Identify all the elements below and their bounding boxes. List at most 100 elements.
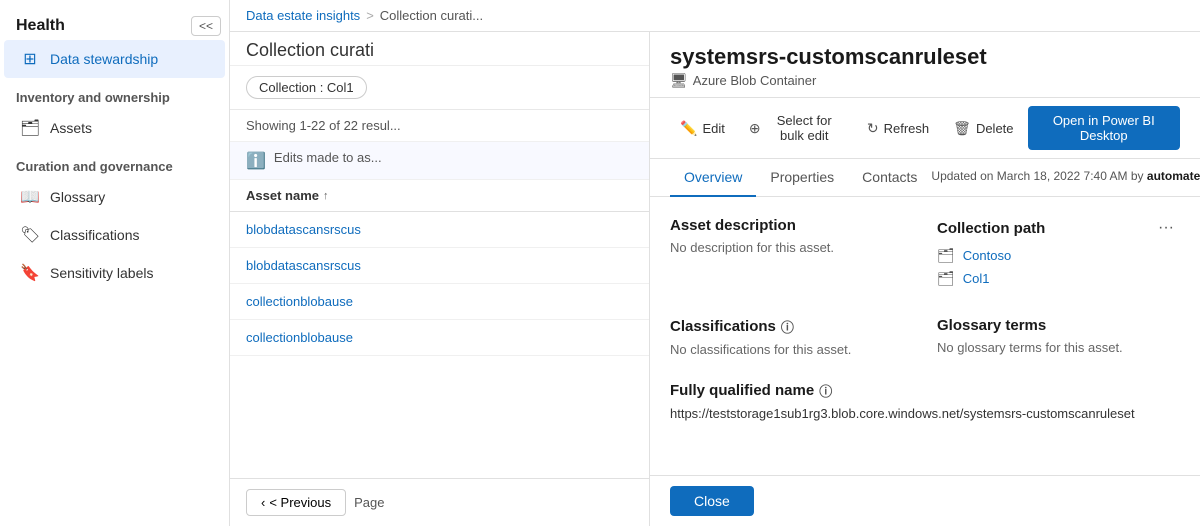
detail-footer: Close xyxy=(650,475,1200,526)
breadcrumb-current: Collection curati... xyxy=(380,8,483,23)
sidebar-item-data-stewardship[interactable]: ⊞ Data stewardship xyxy=(4,40,225,78)
fqn-info-icon: ⓘ xyxy=(819,381,832,400)
detail-toolbar: ✏️ Edit ⊕ Select for bulk edit ↻ Refresh… xyxy=(650,98,1200,159)
collection-path-item-2: 🗂 Col1 xyxy=(937,270,1180,287)
classifications-title: Classifications ⓘ xyxy=(670,317,913,336)
collection-path-icon-1: 🗂 xyxy=(937,247,955,264)
detail-title: systemsrs-customscanruleset xyxy=(670,44,1180,70)
asset-link-1[interactable]: blobdatascansrscus xyxy=(246,222,361,237)
content-area: Collection curati Collection : Col1 Show… xyxy=(230,32,1200,526)
col-header-asset-name: Asset name xyxy=(246,188,319,203)
updated-text: Updated on March 18, 2022 7:40 AM by xyxy=(931,169,1143,183)
collapse-sidebar-button[interactable]: << xyxy=(191,16,221,36)
sidebar-top-section: Health xyxy=(16,17,65,35)
asset-description-title: Asset description xyxy=(670,217,913,234)
breadcrumb: Data estate insights > Collection curati… xyxy=(230,0,1200,32)
open-in-power-bi-button[interactable]: Open in Power BI Desktop xyxy=(1028,106,1180,150)
breadcrumb-sep: > xyxy=(366,8,374,23)
collection-path-title: Collection path xyxy=(937,220,1045,237)
sidebar-item-assets[interactable]: 🗂 Assets xyxy=(4,109,225,147)
main-area: Data estate insights > Collection curati… xyxy=(230,0,1200,526)
sort-icon[interactable]: ↑ xyxy=(323,190,329,202)
collection-path-link-1[interactable]: Contoso xyxy=(963,248,1011,263)
detail-body: Asset description No description for thi… xyxy=(650,197,1200,475)
collection-badge[interactable]: Collection : Col1 xyxy=(246,76,367,99)
list-notice: ℹ️ Edits made to as... xyxy=(230,142,649,180)
edit-icon: ✏️ xyxy=(680,120,697,137)
detail-tabs: Overview Properties Contacts Updated on … xyxy=(650,159,1200,197)
prev-chevron-icon: ‹ xyxy=(261,495,265,510)
collection-path-section: Collection path ··· 🗂 Contoso 🗂 Col1 xyxy=(937,217,1180,293)
tab-contacts[interactable]: Contacts xyxy=(848,159,931,197)
classifications-info-icon: ⓘ xyxy=(781,317,794,336)
blob-container-icon: 🖥 xyxy=(670,72,688,89)
edit-label: Edit xyxy=(702,121,724,136)
fqn-title: Fully qualified name ⓘ xyxy=(670,381,1180,400)
collection-path-icon-2: 🗂 xyxy=(937,270,955,287)
pagination: ‹ < Previous Page xyxy=(230,478,649,526)
tab-overview[interactable]: Overview xyxy=(670,159,756,197)
sidebar-group-curation: Curation and governance xyxy=(0,147,229,178)
previous-label: < Previous xyxy=(269,495,331,510)
classifications-section: Classifications ⓘ No classifications for… xyxy=(670,317,913,357)
assets-icon: 🗂 xyxy=(20,118,40,138)
asset-list: blobdatascansrscus blobdatascansrscus co… xyxy=(230,212,649,478)
classifications-content: No classifications for this asset. xyxy=(670,342,913,357)
collection-path-item-1: 🗂 Contoso xyxy=(937,247,1180,264)
refresh-button[interactable]: ↻ Refresh xyxy=(857,115,939,142)
collection-path-link-2[interactable]: Col1 xyxy=(963,271,990,286)
detail-type: Azure Blob Container xyxy=(693,73,817,88)
page-label: Page xyxy=(354,495,384,510)
select-bulk-label: Select for bulk edit xyxy=(766,113,843,143)
breadcrumb-link-1[interactable]: Data estate insights xyxy=(246,8,360,23)
classifications-icon: 🏷 xyxy=(20,225,40,245)
data-stewardship-icon: ⊞ xyxy=(20,49,40,69)
bulk-edit-icon: ⊕ xyxy=(749,120,761,137)
list-item[interactable]: blobdatascansrscus xyxy=(230,212,649,248)
detail-header: systemsrs-customscanruleset 🖥 Azure Blob… xyxy=(650,32,1200,98)
detail-panel: systemsrs-customscanruleset 🖥 Azure Blob… xyxy=(650,32,1200,526)
glossary-terms-title: Glossary terms xyxy=(937,317,1180,334)
fqn-url: https://teststorage1sub1rg3.blob.core.wi… xyxy=(670,406,1180,421)
result-count: Showing 1-22 of 22 resul... xyxy=(230,110,649,142)
notice-info-icon: ℹ️ xyxy=(246,151,266,171)
asset-description-section: Asset description No description for thi… xyxy=(670,217,913,293)
select-bulk-edit-button[interactable]: ⊕ Select for bulk edit xyxy=(739,108,853,148)
asset-link-4[interactable]: collectionblobause xyxy=(246,330,353,345)
refresh-icon: ↻ xyxy=(867,120,879,137)
glossary-terms-content: No glossary terms for this asset. xyxy=(937,340,1180,355)
asset-link-3[interactable]: collectionblobause xyxy=(246,294,353,309)
asset-link-2[interactable]: blobdatascansrscus xyxy=(246,258,361,273)
close-button[interactable]: Close xyxy=(670,486,754,516)
tab-properties[interactable]: Properties xyxy=(756,159,848,197)
refresh-label: Refresh xyxy=(884,121,930,136)
delete-icon: 🗑 xyxy=(953,120,971,137)
fqn-section: Fully qualified name ⓘ https://teststora… xyxy=(670,381,1180,421)
list-item[interactable]: collectionblobause xyxy=(230,320,649,356)
column-headers: Asset name ↑ xyxy=(230,180,649,212)
edit-button[interactable]: ✏️ Edit xyxy=(670,115,735,142)
sidebar-item-glossary[interactable]: 📖 Glossary xyxy=(4,178,225,216)
glossary-terms-section: Glossary terms No glossary terms for thi… xyxy=(937,317,1180,357)
detail-subtitle: 🖥 Azure Blob Container xyxy=(670,72,1180,89)
sidebar-item-classifications[interactable]: 🏷 Classifications xyxy=(4,216,225,254)
updated-by: automated scan xyxy=(1147,169,1200,183)
page-title: Collection curati xyxy=(246,40,633,61)
list-item[interactable]: blobdatascansrscus xyxy=(230,248,649,284)
previous-button[interactable]: ‹ < Previous xyxy=(246,489,346,516)
sensitivity-labels-icon: 🔖 xyxy=(20,263,40,283)
list-toolbar: Collection : Col1 xyxy=(230,66,649,110)
collection-path-header: Collection path ··· xyxy=(937,217,1180,239)
asset-description-content: No description for this asset. xyxy=(670,240,913,255)
list-item[interactable]: collectionblobause xyxy=(230,284,649,320)
sidebar: Health << ⊞ Data stewardship Inventory a… xyxy=(0,0,230,526)
sidebar-item-sensitivity-labels[interactable]: 🔖 Sensitivity labels xyxy=(4,254,225,292)
sidebar-group-inventory: Inventory and ownership xyxy=(0,78,229,109)
list-panel: Collection curati Collection : Col1 Show… xyxy=(230,32,650,526)
notice-text: Edits made to as... xyxy=(274,150,382,165)
glossary-icon: 📖 xyxy=(20,187,40,207)
delete-button[interactable]: 🗑 Delete xyxy=(943,115,1023,142)
delete-label: Delete xyxy=(976,121,1014,136)
updated-info: Updated on March 18, 2022 7:40 AM by aut… xyxy=(931,159,1200,196)
collection-path-more-button[interactable]: ··· xyxy=(1152,217,1180,239)
